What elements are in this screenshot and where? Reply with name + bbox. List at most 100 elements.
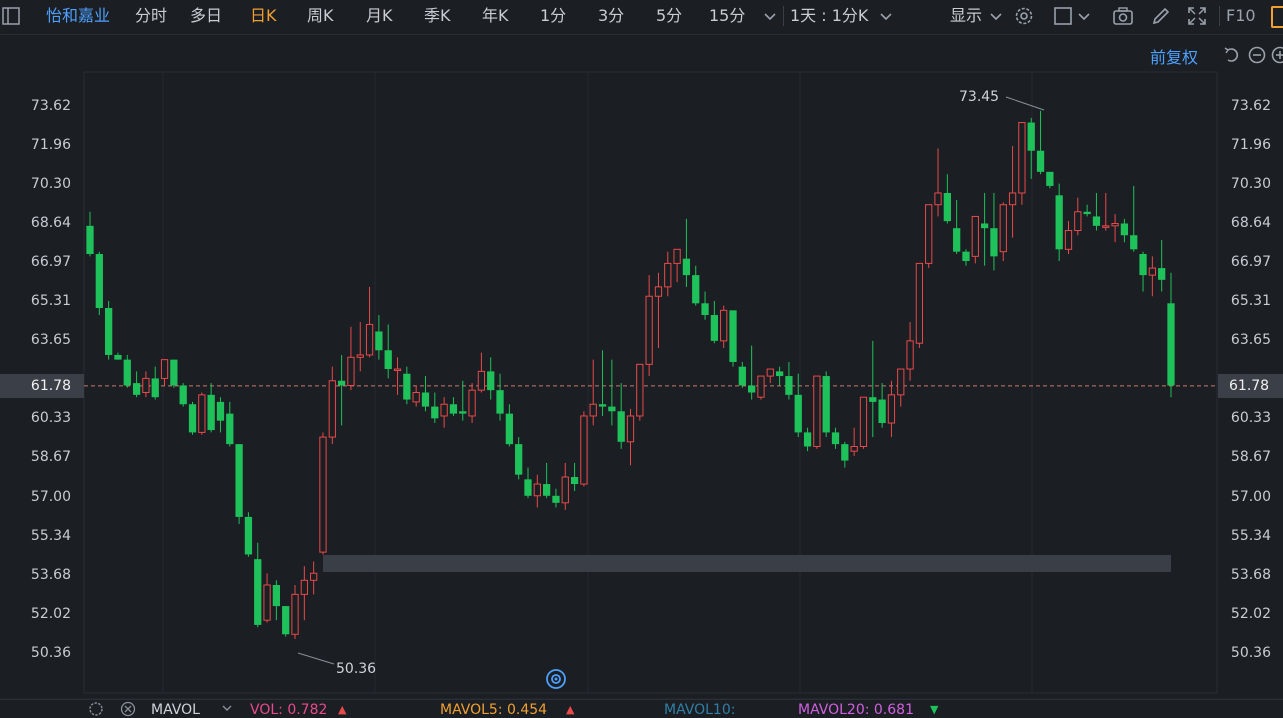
- locate-icon[interactable]: [545, 668, 567, 690]
- candle-body: [1065, 231, 1071, 250]
- candle-body: [869, 397, 876, 402]
- candle-body: [1121, 223, 1128, 235]
- candle-body: [413, 393, 419, 402]
- candle-body: [1167, 303, 1174, 385]
- candle-body: [953, 228, 960, 251]
- candle-body: [841, 444, 848, 460]
- candle-body: [599, 404, 606, 406]
- y-tick-label: 70.30: [13, 176, 71, 192]
- candle-body: [1158, 268, 1165, 280]
- y-tick-label: 57.00: [1219, 489, 1271, 505]
- candle-body: [311, 573, 317, 580]
- candle-body: [823, 376, 830, 432]
- candle-body: [990, 228, 997, 256]
- candle-body: [366, 324, 372, 355]
- candle-body: [1000, 205, 1006, 252]
- y-tick-label: 58.67: [1219, 449, 1271, 465]
- candle-body: [814, 376, 820, 446]
- candle-body: [1037, 151, 1044, 172]
- y-tick-label: 63.65: [13, 332, 71, 348]
- y-tick-label: 55.34: [13, 528, 71, 544]
- candlestick-chart[interactable]: [0, 0, 1283, 700]
- candle-body: [851, 446, 857, 451]
- candle-body: [721, 310, 727, 341]
- candle-body: [832, 432, 839, 444]
- y-tick-label: 63.65: [1219, 332, 1271, 348]
- current-price-value: 61.78: [1218, 378, 1269, 394]
- up-arrow-icon: ▲: [566, 702, 574, 718]
- candle-body: [273, 585, 280, 606]
- chevron-down-icon[interactable]: [220, 703, 234, 715]
- candle-body: [431, 407, 438, 419]
- low-leader-line: [298, 653, 334, 664]
- candle-body: [199, 395, 205, 433]
- candle-body: [972, 216, 978, 256]
- candle-body: [562, 477, 568, 503]
- candle-body: [665, 263, 671, 286]
- candle-body: [208, 395, 215, 430]
- candle-body: [1083, 212, 1090, 214]
- candle-body: [888, 395, 894, 423]
- candle-body: [487, 371, 494, 390]
- candle-body: [264, 585, 270, 620]
- candle-body: [1139, 254, 1146, 275]
- candle-body: [235, 444, 242, 517]
- candle-body: [282, 606, 289, 634]
- candle-body: [1075, 212, 1081, 231]
- candle-body: [320, 437, 326, 552]
- candle-body: [357, 355, 363, 357]
- candle-body: [711, 315, 718, 341]
- candle-body: [189, 404, 196, 432]
- down-arrow-icon: ▼: [930, 702, 938, 718]
- candle-body: [776, 371, 783, 376]
- y-tick-label: 52.02: [1219, 606, 1271, 622]
- candle-body: [292, 594, 298, 634]
- candle-body: [785, 376, 792, 395]
- plot-frame: [84, 72, 1217, 693]
- candle-body: [962, 252, 969, 261]
- mavol20-value: MAVOL20: 0.681: [798, 702, 914, 718]
- candle-body: [981, 223, 988, 228]
- candle-body: [1112, 223, 1118, 225]
- candle-body: [655, 287, 661, 296]
- candle-body: [170, 360, 177, 386]
- y-tick-label: 57.00: [13, 489, 71, 505]
- candle-body: [1046, 172, 1053, 186]
- candle-body: [459, 411, 466, 413]
- candle-body: [608, 407, 615, 412]
- indicator-select[interactable]: MAVOL: [151, 702, 200, 718]
- y-tick-label: 71.96: [13, 137, 71, 153]
- candle-body: [627, 416, 633, 442]
- candle-body: [524, 479, 531, 495]
- candle-body: [152, 378, 159, 397]
- candle-body: [348, 357, 354, 385]
- candle-body: [534, 484, 540, 496]
- candle-body: [1019, 123, 1025, 193]
- vol-value: VOL: 0.782: [250, 702, 327, 718]
- y-tick-label: 66.97: [13, 254, 71, 270]
- y-tick-label: 58.67: [13, 449, 71, 465]
- candle-body: [469, 390, 475, 416]
- high-leader-line: [1006, 97, 1044, 110]
- candle-body: [767, 369, 773, 376]
- candle-body: [739, 367, 746, 386]
- candle-body: [515, 444, 522, 475]
- y-tick-label: 68.64: [1219, 215, 1271, 231]
- candle-body: [133, 383, 140, 395]
- candle-body: [543, 484, 550, 496]
- candle-body: [618, 411, 625, 442]
- candle-body: [935, 193, 941, 205]
- candle-body: [403, 374, 410, 400]
- candle-body: [226, 414, 233, 445]
- candle-body: [898, 369, 904, 395]
- candle-body: [96, 254, 103, 308]
- candle-body: [926, 205, 932, 264]
- up-arrow-icon: ▲: [338, 702, 346, 718]
- low-annotation: 50.36: [336, 661, 376, 677]
- mavol5-value: MAVOL5: 0.454: [440, 702, 547, 718]
- y-tick-label: 73.62: [13, 98, 71, 114]
- y-tick-label: 50.36: [1219, 645, 1271, 661]
- candle-body: [692, 275, 699, 303]
- current-price-value: 61.78: [31, 378, 84, 394]
- candle-body: [375, 331, 382, 350]
